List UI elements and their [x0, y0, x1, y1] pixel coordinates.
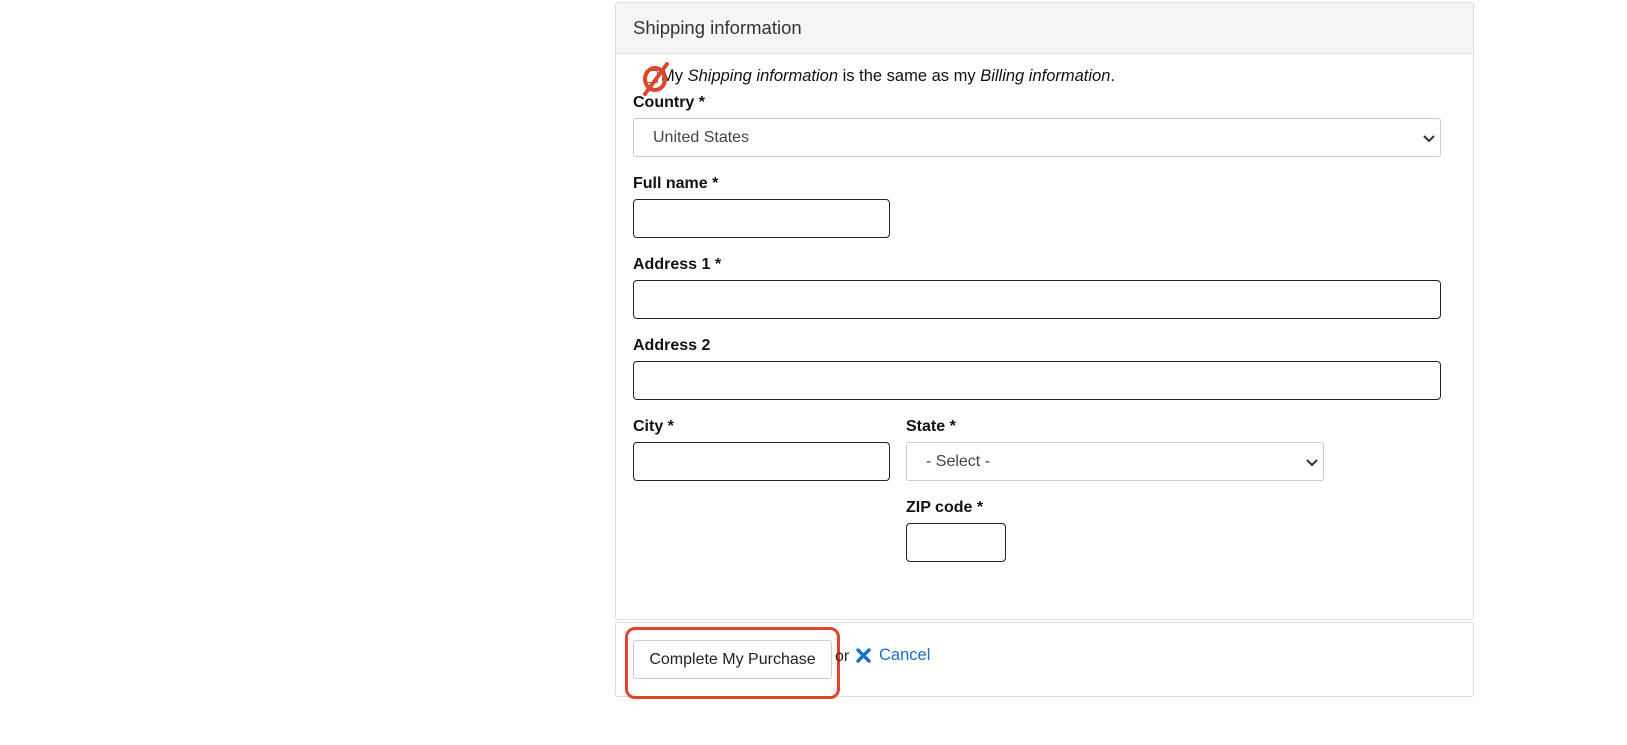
shipping-panel-title: Shipping information [633, 17, 802, 38]
same-as-billing-suffix: . [1110, 67, 1116, 85]
zip-input[interactable] [906, 523, 1006, 562]
address1-label: Address 1 * [633, 256, 722, 273]
same-as-billing-em2: Billing information [980, 67, 1111, 85]
cancel-label: Cancel [879, 646, 931, 664]
country-label: Country * [633, 94, 705, 111]
no-entry-icon [643, 62, 669, 96]
city-label: City * [633, 418, 674, 435]
same-as-billing-em1: Shipping information [687, 67, 839, 85]
close-icon [856, 648, 871, 663]
highlight-box [625, 627, 840, 699]
full-name-label: Full name * [633, 175, 719, 192]
or-text: or [835, 648, 850, 665]
state-label: State * [906, 418, 956, 435]
state-select-value: - Select - [926, 452, 991, 470]
same-as-billing-middle: is the same as my [842, 67, 976, 85]
same-as-billing-row[interactable]: My Shipping information is the same as m… [633, 62, 1116, 96]
address2-label: Address 2 [633, 337, 711, 354]
cancel-link[interactable]: Cancel [856, 646, 930, 665]
address1-input[interactable] [633, 280, 1441, 319]
country-select-value: United States [653, 128, 750, 146]
country-select[interactable]: United States [633, 118, 1441, 157]
shipping-panel: Shipping information My Shipping informa… [615, 2, 1474, 620]
zip-label: ZIP code * [906, 499, 984, 516]
same-as-billing-checkbox[interactable] [643, 62, 669, 96]
full-name-input[interactable] [633, 199, 890, 238]
chevron-down-icon [1423, 135, 1435, 143]
state-select[interactable]: - Select - [906, 442, 1324, 481]
chevron-down-icon [1306, 459, 1318, 467]
shipping-panel-header: Shipping information [616, 3, 1473, 54]
address2-input[interactable] [633, 361, 1441, 400]
city-input[interactable] [633, 442, 890, 481]
